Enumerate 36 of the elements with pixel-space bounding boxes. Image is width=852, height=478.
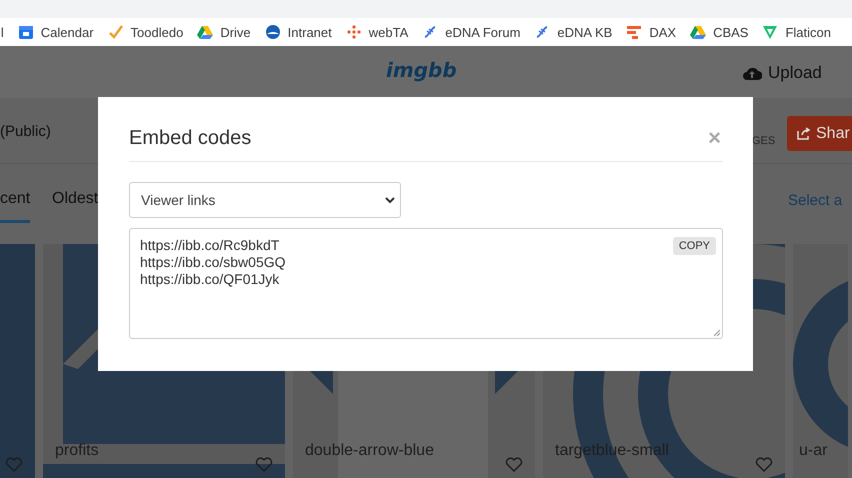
format-select[interactable]: Viewer links (129, 182, 401, 218)
chevron-down-icon (384, 196, 396, 204)
share-button[interactable]: Shar (787, 116, 852, 151)
resize-grip-icon[interactable] (713, 329, 721, 337)
image-title: profits (55, 442, 99, 460)
cloud-upload-icon (742, 65, 762, 81)
bookmark-icon (346, 24, 362, 40)
bookmark-icon (762, 24, 778, 40)
bookmark[interactable]: Calendar (18, 24, 94, 40)
copy-button[interactable]: COPY (672, 237, 716, 255)
bookmark-icon (108, 24, 124, 40)
share-icon (797, 127, 811, 140)
bookmark-icon (690, 24, 706, 40)
bookmark[interactable]: DAX (626, 24, 676, 40)
modal-title: Embed codes (129, 126, 252, 150)
bookmark[interactable]: Flaticon (762, 24, 831, 40)
hint-label: GES (752, 135, 776, 147)
heart-icon[interactable] (255, 456, 273, 472)
bookmark[interactable]: eDNA KB (534, 24, 612, 40)
bookmark[interactable]: eDNA Forum (422, 24, 520, 40)
heart-icon[interactable] (5, 456, 23, 472)
bookmark[interactable]: Drive (197, 24, 251, 40)
heart-icon[interactable] (505, 456, 523, 472)
embed-code-field[interactable]: https://ibb.co/Rc9bkdT https://ibb.co/sbw05GQ https://ibb.co/QF01Jyk COPY (129, 228, 723, 339)
bookmark-icon (626, 24, 642, 40)
bookmark-icon (264, 24, 281, 40)
bookmark[interactable]: webTA (346, 24, 408, 40)
bookmark[interactable]: CBAS (690, 24, 748, 40)
bookmark[interactable]: Intranet (264, 24, 332, 40)
bookmark-icon (18, 24, 34, 40)
bookmark-icon (197, 24, 214, 40)
image-title: targetblue-small (555, 442, 669, 460)
image-title: double-arrow-blue (305, 442, 434, 460)
heart-icon[interactable] (755, 456, 773, 472)
bookmark[interactable]: Toodledo (108, 24, 184, 40)
bookmark[interactable]: il (0, 24, 4, 40)
